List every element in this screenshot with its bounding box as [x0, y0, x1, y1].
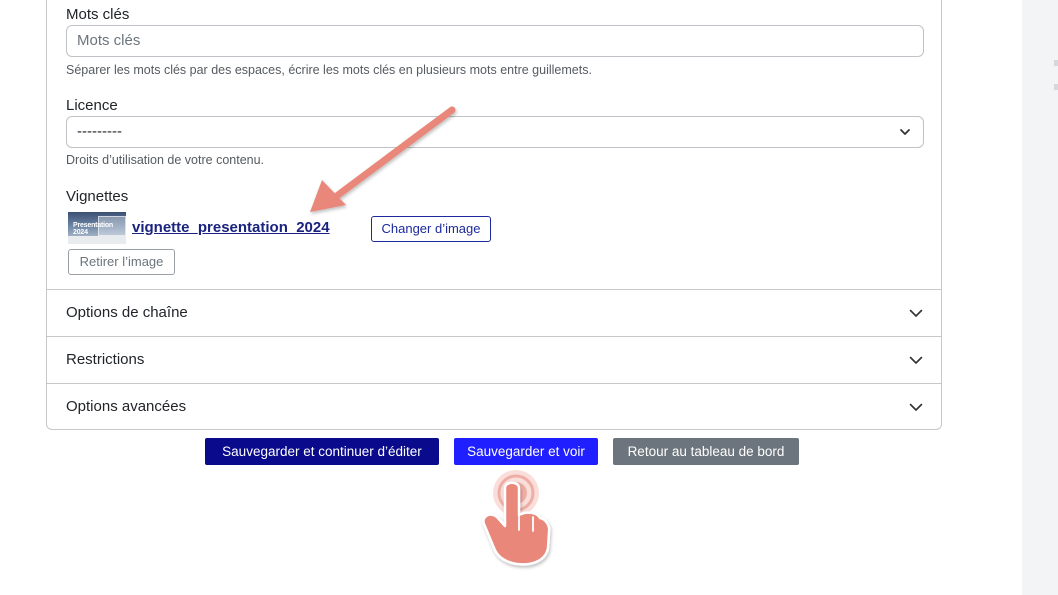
annotation-overlay [310, 106, 551, 566]
arrow-icon [310, 106, 456, 212]
